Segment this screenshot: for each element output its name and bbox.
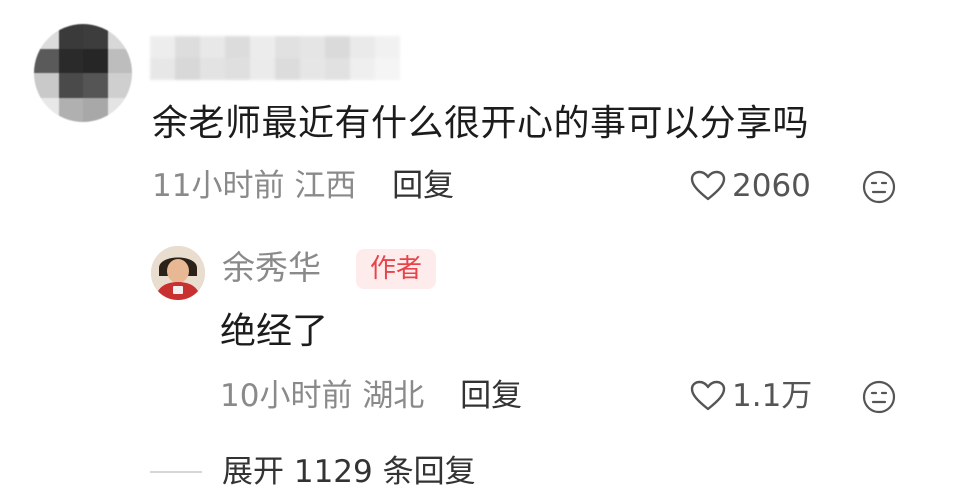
reply-location: 湖北	[362, 378, 425, 414]
comment-text: 余老师最近有什么很开心的事可以分享吗	[152, 103, 810, 144]
comment-location: 江西	[294, 168, 357, 204]
author-portrait-image	[151, 246, 205, 300]
heart-icon	[690, 170, 726, 201]
reply-reply-button[interactable]: 回复	[460, 378, 522, 414]
comment-like-button[interactable]: 2060	[690, 166, 811, 206]
author-name[interactable]: 余秀华	[222, 246, 321, 290]
comment-time: 11小时前	[152, 168, 285, 204]
comment-like-count: 2060	[732, 168, 811, 204]
expand-replies-button[interactable]: 展开 1129 条回复	[150, 452, 476, 492]
heart-icon	[690, 380, 726, 411]
comment-reply-button[interactable]: 回复	[392, 168, 454, 204]
reply-meta: 10小时前 湖北 回复	[220, 376, 522, 416]
reply-like-count: 1.1万	[732, 378, 813, 414]
divider-line	[150, 471, 202, 473]
reply-like-button[interactable]: 1.1万	[690, 376, 812, 416]
reply-time: 10小时前	[220, 378, 353, 414]
neutral-face-icon[interactable]	[862, 170, 896, 204]
neutral-face-icon[interactable]	[862, 380, 896, 414]
author-avatar[interactable]	[151, 246, 205, 300]
expand-replies-label: 展开 1129 条回复	[222, 454, 476, 490]
commenter-username-blurred[interactable]	[150, 36, 400, 80]
comment-meta: 11小时前 江西 回复	[152, 166, 454, 206]
author-badge: 作者	[356, 249, 437, 289]
reply-text: 绝经了	[220, 311, 329, 352]
commenter-avatar[interactable]	[34, 24, 132, 122]
